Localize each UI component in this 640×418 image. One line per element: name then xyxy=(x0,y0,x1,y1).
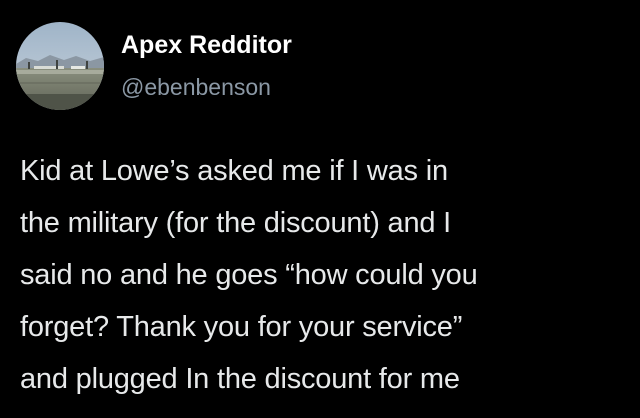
tweet-text-line: forget? Thank you for your service” xyxy=(20,311,463,343)
avatar-landscape-photo-icon xyxy=(16,22,104,110)
display-name[interactable]: Apex Redditor xyxy=(121,30,292,60)
tweet-text-line: said no and he goes “how could you xyxy=(20,259,478,291)
tweet-text-line: and plugged In the discount for me xyxy=(20,363,460,395)
tweet-text: Kid at Lowe’s asked me if I was in the m… xyxy=(20,145,625,405)
tweet-text-line: Kid at Lowe’s asked me if I was in xyxy=(20,155,448,187)
tweet-text-line: the military (for the discount) and I xyxy=(20,207,452,239)
tweet-card: Apex Redditor @ebenbenson Kid at Lowe’s … xyxy=(0,0,640,418)
avatar[interactable] xyxy=(16,22,104,110)
user-handle[interactable]: @ebenbenson xyxy=(121,73,271,101)
